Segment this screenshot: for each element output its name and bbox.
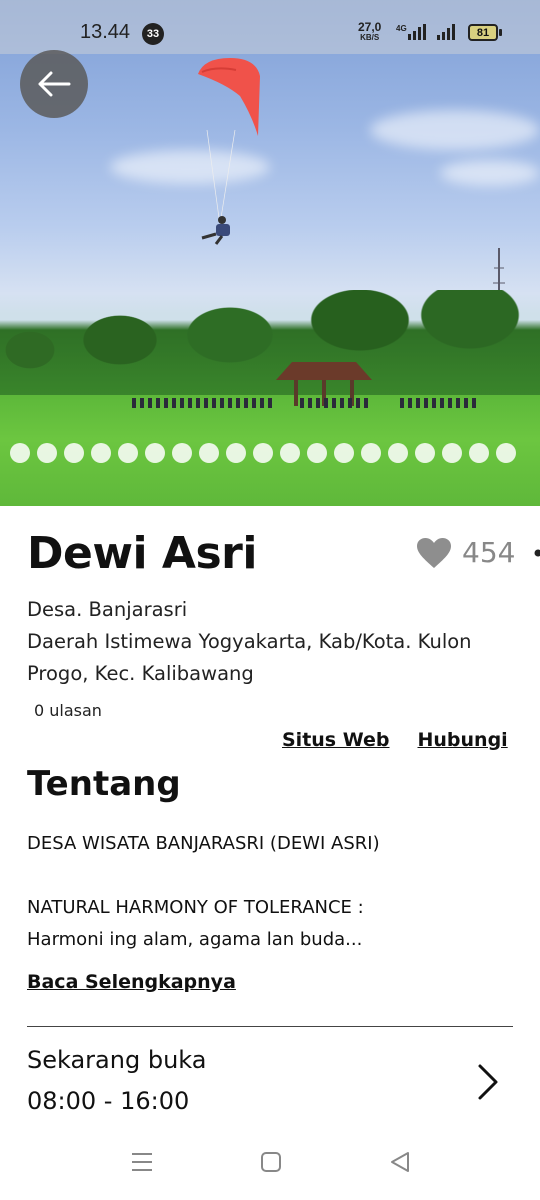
arrow-left-icon bbox=[38, 71, 71, 97]
carousel-dot[interactable] bbox=[226, 443, 246, 463]
carousel-dot[interactable] bbox=[388, 443, 408, 463]
menu-icon[interactable] bbox=[130, 1150, 154, 1174]
paraglider-pilot bbox=[201, 216, 230, 245]
carousel-dot[interactable] bbox=[334, 443, 354, 463]
carousel-dot[interactable] bbox=[91, 443, 111, 463]
paraglider-lines bbox=[206, 130, 236, 219]
carousel-dot[interactable] bbox=[469, 443, 489, 463]
carousel-dot[interactable] bbox=[145, 443, 165, 463]
action-links: Situs Web Hubungi bbox=[282, 729, 508, 751]
carousel-dot[interactable] bbox=[361, 443, 381, 463]
signal-bars-icon bbox=[437, 24, 455, 40]
share-icon[interactable] bbox=[532, 546, 540, 560]
review-count[interactable]: 0 ulasan bbox=[34, 701, 102, 720]
system-nav-bar bbox=[0, 1132, 540, 1200]
cloud bbox=[440, 160, 540, 186]
like-count: 454 bbox=[462, 536, 516, 569]
website-link[interactable]: Situs Web bbox=[282, 729, 390, 751]
open-status: Sekarang buka bbox=[27, 1046, 207, 1074]
carousel-dot[interactable] bbox=[199, 443, 219, 463]
crowd bbox=[300, 398, 370, 408]
about-line: Harmoni ing alam, agama lan buda... bbox=[27, 929, 363, 950]
back-nav-icon[interactable] bbox=[388, 1150, 412, 1174]
status-bar: 13.44 33 27,0 KB/S 4G 81 bbox=[0, 0, 540, 54]
carousel-dot[interactable] bbox=[37, 443, 57, 463]
carousel-dot[interactable] bbox=[10, 443, 30, 463]
divider bbox=[27, 1026, 513, 1027]
tree-line bbox=[0, 290, 540, 410]
battery-icon: 81 bbox=[468, 24, 498, 41]
carousel-dot[interactable] bbox=[172, 443, 192, 463]
carousel-dot[interactable] bbox=[442, 443, 462, 463]
about-heading: Tentang bbox=[27, 764, 181, 804]
back-button[interactable] bbox=[20, 50, 88, 118]
carousel-dot[interactable] bbox=[280, 443, 300, 463]
like-button[interactable]: 454 bbox=[416, 536, 515, 569]
crowd bbox=[132, 398, 272, 408]
battery-tip bbox=[499, 29, 502, 36]
about-line: NATURAL HARMONY OF TOLERANCE : bbox=[27, 897, 364, 918]
address-region: Daerah Istimewa Yogyakarta, Kab/Kota. Ku… bbox=[27, 630, 472, 685]
about-description: DESA WISATA BANJARASRI (DEWI ASRI) NATUR… bbox=[27, 828, 517, 956]
carousel-dot[interactable] bbox=[415, 443, 435, 463]
place-title: Dewi Asri bbox=[27, 528, 257, 579]
carousel-dot[interactable] bbox=[64, 443, 84, 463]
network-speed: 27,0 KB/S bbox=[358, 20, 382, 42]
address-village: Desa. Banjarasri bbox=[27, 598, 188, 621]
signal-4g-icon: 4G bbox=[396, 24, 426, 40]
cloud bbox=[110, 150, 270, 184]
carousel-dot[interactable] bbox=[496, 443, 516, 463]
heart-icon bbox=[417, 537, 451, 568]
contact-link[interactable]: Hubungi bbox=[418, 729, 508, 751]
read-more-link[interactable]: Baca Selengkapnya bbox=[27, 971, 236, 993]
carousel-dot[interactable] bbox=[118, 443, 138, 463]
carousel-indicators[interactable] bbox=[0, 443, 540, 463]
opening-hours: 08:00 - 16:00 bbox=[27, 1087, 190, 1115]
carousel-dot[interactable] bbox=[253, 443, 273, 463]
crowd bbox=[400, 398, 476, 408]
about-line: DESA WISATA BANJARASRI (DEWI ASRI) bbox=[27, 833, 380, 854]
opening-hours-row[interactable]: Sekarang buka 08:00 - 16:00 bbox=[0, 1030, 540, 1130]
chevron-right-icon bbox=[478, 1064, 498, 1100]
svg-text:4G: 4G bbox=[396, 24, 407, 33]
paraglider-wing bbox=[198, 58, 260, 136]
cloud bbox=[370, 110, 540, 150]
address: Desa. Banjarasri Daerah Istimewa Yogyaka… bbox=[27, 594, 517, 690]
status-time: 13.44 bbox=[80, 21, 131, 43]
carousel-dot[interactable] bbox=[307, 443, 327, 463]
notification-count-badge: 33 bbox=[142, 23, 164, 45]
home-icon[interactable] bbox=[259, 1150, 283, 1174]
